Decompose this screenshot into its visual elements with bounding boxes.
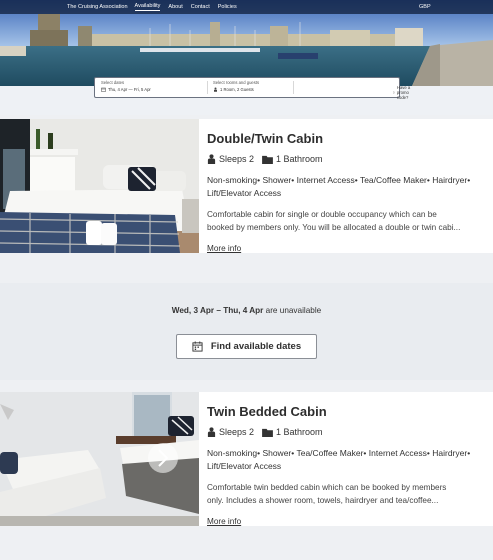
room-facts: Sleeps 2 1 Bathroom: [207, 154, 331, 164]
room-description: Comfortable cabin for single or double o…: [207, 208, 487, 234]
amenity-item: Hairdryer: [432, 175, 468, 185]
amenity-item: Internet Access: [296, 175, 355, 185]
room-description: Comfortable twin bedded cabin which can …: [207, 481, 487, 507]
divider: [207, 81, 208, 94]
nav-about[interactable]: About: [168, 4, 182, 10]
hero-banner: The Cruising Association Availability Ab…: [0, 0, 493, 115]
nav-policies[interactable]: Policies: [218, 4, 237, 10]
calendar-icon: [192, 341, 203, 352]
room-description-line: booked by members only. You will be allo…: [207, 223, 461, 232]
amenity-item: Shower: [262, 448, 292, 458]
date-selector-label: Select dates: [101, 80, 125, 85]
currency-selector[interactable]: GBP: [419, 4, 431, 10]
rooms-guests-value: 1 Room, 2 Guests: [220, 87, 254, 92]
room-facts: Sleeps 2 1 Bathroom: [207, 427, 331, 437]
room-title[interactable]: Double/Twin Cabin: [207, 131, 323, 146]
person-icon: [207, 154, 216, 164]
bathroom-icon: [262, 155, 273, 164]
person-icon: [214, 87, 217, 92]
nav-contact[interactable]: Contact: [191, 4, 210, 10]
date-selector[interactable]: Select dates Thu, 4 Apr — Fri, 5 Apr: [101, 80, 151, 92]
find-available-dates-label: Find available dates: [210, 341, 302, 352]
unavailable-dates: Wed, 3 Apr – Thu, 4 Apr: [171, 306, 264, 315]
amenity-item: Hairdryer: [432, 448, 468, 458]
more-info-link[interactable]: More info: [207, 517, 241, 526]
amenity-item: Internet Access: [368, 448, 427, 458]
rooms-guests-selector[interactable]: Select rooms and guests 1 Room, 2 Guests: [213, 80, 259, 92]
unavailable-message: Wed, 3 Apr – Thu, 4 Apr are unavailable: [0, 306, 493, 315]
room-card-twin-bedded: Twin Bedded Cabin Sleeps 2 1 Bathroom No…: [0, 392, 493, 526]
amenity-list: Non-smoking• Shower• Internet Access• Te…: [207, 175, 471, 198]
promo-code-link[interactable]: Have a promo code?: [393, 85, 412, 100]
bathroom-count: 1 Bathroom: [276, 154, 323, 164]
more-info-link[interactable]: More info: [207, 244, 241, 253]
unavailable-suffix: are unavailable: [265, 306, 322, 315]
amenity-item: Tea/Coffee Maker: [296, 448, 364, 458]
person-icon: [207, 427, 216, 437]
brand-link[interactable]: The Cruising Association: [67, 4, 128, 10]
top-navigation: The Cruising Association Availability Ab…: [0, 0, 493, 14]
calendar-icon: [101, 87, 106, 92]
amenity-item: Non-smoking: [207, 175, 258, 185]
promo-code-label: Have a promo code?: [396, 85, 411, 100]
bathroom-icon: [262, 428, 273, 437]
amenity-item: Non-smoking: [207, 448, 258, 458]
amenity-list: Non-smoking• Shower• Tea/Coffee Maker• I…: [207, 448, 471, 471]
search-bar: Select dates Thu, 4 Apr — Fri, 5 Apr Sel…: [94, 77, 410, 100]
room-photo: [0, 119, 199, 253]
amenity-item: Tea/Coffee Maker: [359, 175, 427, 185]
room-description-line: only. Includes a shower room, towels, ha…: [207, 496, 439, 505]
room-description-line: Comfortable twin bedded cabin which can …: [207, 483, 447, 492]
amenity-item: Shower: [262, 175, 292, 185]
tag-icon: [393, 91, 395, 94]
room-card-double-twin: Double/Twin Cabin Sleeps 2 1 Bathroom No…: [0, 119, 493, 253]
sleeps-count: Sleeps 2: [219, 154, 255, 164]
sleeps-count: Sleeps 2: [219, 427, 255, 437]
find-available-dates-button[interactable]: Find available dates: [176, 334, 317, 359]
room-title[interactable]: Twin Bedded Cabin: [207, 404, 327, 419]
bathroom-count: 1 Bathroom: [276, 427, 323, 437]
carousel-next-button[interactable]: [148, 443, 178, 473]
amenity-item: Lift/Elevator Access: [207, 188, 282, 198]
unavailable-panel: Wed, 3 Apr – Thu, 4 Apr are unavailable …: [0, 283, 493, 380]
divider: [293, 81, 294, 94]
amenity-item: Lift/Elevator Access: [207, 461, 282, 471]
rooms-guests-label: Select rooms and guests: [213, 80, 260, 85]
room-description-line: Comfortable cabin for single or double o…: [207, 210, 437, 219]
nav-availability[interactable]: Availability: [134, 3, 161, 11]
date-selector-value: Thu, 4 Apr — Fri, 5 Apr: [108, 87, 151, 92]
